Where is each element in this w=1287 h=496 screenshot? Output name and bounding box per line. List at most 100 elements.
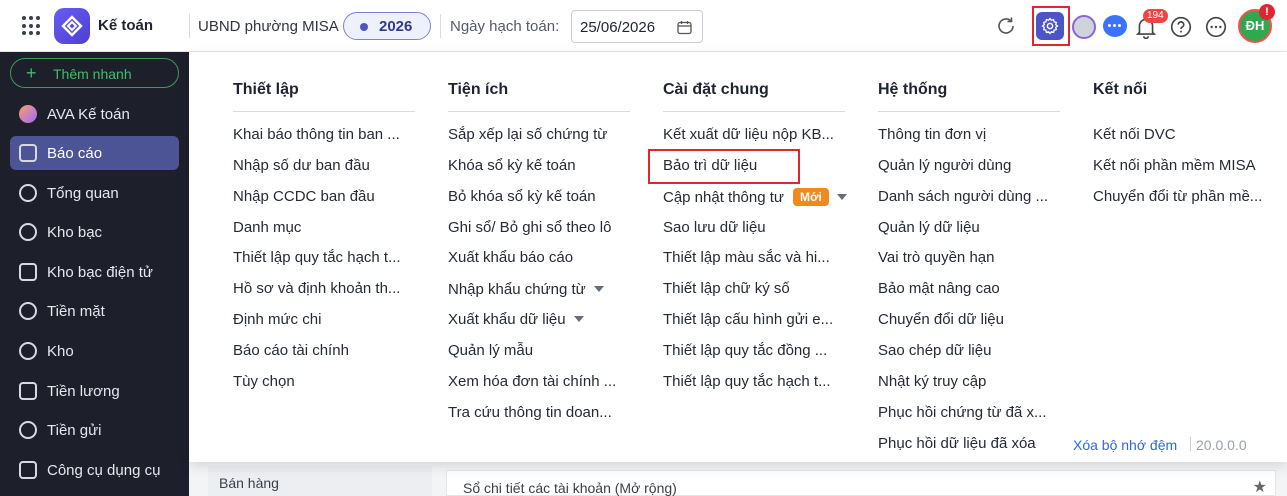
- more-icon[interactable]: [1204, 15, 1228, 39]
- menu-item[interactable]: Sắp xếp lại số chứng từ: [448, 126, 607, 143]
- divider: [878, 111, 1060, 112]
- menu-item[interactable]: Bỏ khóa sổ kỳ kế toán: [448, 188, 596, 205]
- menu-item[interactable]: Khóa sổ kỳ kế toán: [448, 157, 576, 174]
- org-name[interactable]: UBND phường MISA: [198, 18, 339, 35]
- menu-item[interactable]: Nhập CCDC ban đầu: [233, 188, 375, 205]
- menu-item-export-data[interactable]: Xuất khẩu dữ liệu: [448, 311, 584, 328]
- chat-icon[interactable]: [1103, 15, 1127, 37]
- app-launcher-icon[interactable]: [22, 16, 42, 36]
- menu-item[interactable]: Thiết lập quy tắc hạch t...: [663, 373, 831, 390]
- sidebar-item-tools[interactable]: Công cụ dụng cụ: [10, 453, 179, 487]
- year-selector[interactable]: 2026: [343, 12, 431, 40]
- sidebar-item-label: Kho bạc điện tử: [47, 264, 153, 281]
- menu-item[interactable]: Sao lưu dữ liệu: [663, 219, 766, 236]
- menu-item[interactable]: Quản lý người dùng: [878, 157, 1011, 174]
- menu-column-title: Cài đặt chung: [663, 81, 769, 98]
- chevron-down-icon: [593, 286, 604, 292]
- sidebar-item-e-treasury[interactable]: Kho bạc điện tử: [10, 255, 179, 289]
- menu-item[interactable]: Chuyển đổi dữ liệu: [878, 311, 1004, 328]
- menu-item-label: Nhập khẩu chứng từ: [448, 281, 586, 298]
- star-icon[interactable]: ★: [1253, 477, 1267, 496]
- year-value: 2026: [379, 18, 413, 35]
- menu-item[interactable]: Ghi sổ/ Bỏ ghi sổ theo lô: [448, 219, 611, 236]
- menu-item[interactable]: Danh sách người dùng ...: [878, 188, 1048, 205]
- report-card-title: Sổ chi tiết các tài khoản (Mở rộng): [463, 480, 677, 496]
- menu-item[interactable]: Hồ sơ và định khoản th...: [233, 280, 400, 297]
- quick-add-label: Thêm nhanh: [53, 66, 132, 82]
- menu-column-title: Kết nối: [1093, 81, 1148, 98]
- sidebar-item-label: Tiền gửi: [47, 422, 102, 439]
- menu-item[interactable]: Tra cứu thông tin doan...: [448, 404, 612, 421]
- menu-item[interactable]: Định mức chi: [233, 311, 321, 328]
- menu-item[interactable]: Thiết lập cấu hình gửi e...: [663, 311, 833, 328]
- sidebar-item-deposit[interactable]: Tiền gửi: [10, 413, 179, 447]
- salary-icon: [19, 382, 37, 400]
- calendar-icon[interactable]: [677, 20, 692, 35]
- menu-column-title: Thiết lập: [233, 81, 299, 98]
- sidebar-item-treasury[interactable]: Kho bạc: [10, 215, 179, 249]
- divider: [1190, 437, 1191, 451]
- menu-item[interactable]: Vai trò quyền hạn: [878, 249, 994, 266]
- menu-item[interactable]: Sao chép dữ liệu: [878, 342, 991, 359]
- menu-item[interactable]: Xuất khẩu báo cáo: [448, 249, 573, 266]
- menu-item[interactable]: Danh mục: [233, 219, 301, 236]
- menu-item[interactable]: Phục hồi dữ liệu đã xóa: [878, 435, 1036, 452]
- quick-add-button[interactable]: + Thêm nhanh: [10, 58, 179, 88]
- menu-item[interactable]: Thiết lập quy tắc hạch t...: [233, 249, 401, 266]
- menu-item[interactable]: Quản lý mẫu: [448, 342, 533, 359]
- sidebar-item-label: Tiền mặt: [47, 303, 105, 320]
- posting-date-label: Ngày hạch toán:: [450, 18, 560, 35]
- menu-item-label: Cập nhật thông tư: [663, 189, 784, 206]
- menu-item[interactable]: Chuyển đổi từ phần mề...: [1093, 188, 1262, 205]
- refresh-icon[interactable]: [994, 14, 1018, 38]
- misa-logo-icon[interactable]: [54, 8, 90, 44]
- menu-item[interactable]: Kết nối DVC: [1093, 126, 1176, 143]
- avatar-alert-badge: !: [1259, 4, 1275, 20]
- menu-item[interactable]: Kết nối phần mềm MISA: [1093, 157, 1256, 174]
- sidebar-item-salary[interactable]: Tiền lương: [10, 374, 179, 408]
- treasury-icon: [19, 223, 37, 241]
- sidebar: + Thêm nhanh AVA Kế toán Báo cáo Tổng qu…: [0, 52, 189, 496]
- sidebar-item-overview[interactable]: Tổng quan: [10, 176, 179, 210]
- menu-item[interactable]: Thiết lập màu sắc và hi...: [663, 249, 830, 266]
- menu-item-import-vouchers[interactable]: Nhập khẩu chứng từ: [448, 281, 604, 298]
- e-treasury-icon: [19, 263, 37, 281]
- menu-item[interactable]: Kết xuất dữ liệu nộp KB...: [663, 126, 834, 143]
- sidebar-item-label: Kho bạc: [47, 224, 103, 241]
- menu-item[interactable]: Thông tin đơn vị: [878, 126, 986, 143]
- menu-item[interactable]: Xem hóa đơn tài chính ...: [448, 373, 616, 390]
- clear-cache-link[interactable]: Xóa bộ nhớ đệm: [1073, 437, 1177, 453]
- ai-assistant-icon[interactable]: [1072, 15, 1096, 39]
- sidebar-item-ava[interactable]: AVA Kế toán: [10, 97, 179, 131]
- menu-item[interactable]: Phục hồi chứng từ đã x...: [878, 404, 1047, 421]
- menu-item[interactable]: Nhật ký truy cập: [878, 373, 986, 390]
- new-badge: Mới: [792, 188, 829, 206]
- sidebar-item-label: Kho: [47, 343, 74, 360]
- chevron-down-icon: [836, 194, 847, 200]
- menu-item[interactable]: Thiết lập chữ ký số: [663, 280, 790, 297]
- chevron-down-icon: [573, 316, 584, 322]
- help-icon[interactable]: [1169, 15, 1193, 39]
- menu-item[interactable]: Báo cáo tài chính: [233, 342, 349, 359]
- notification-count-badge: 194: [1143, 9, 1168, 23]
- sidebar-item-reports[interactable]: Báo cáo: [10, 136, 179, 170]
- menu-item[interactable]: Thiết lập quy tắc đồng ...: [663, 342, 827, 359]
- menu-item-update-circular[interactable]: Cập nhật thông tư Mới: [663, 188, 847, 206]
- settings-button[interactable]: [1036, 12, 1064, 40]
- posting-date-input[interactable]: 25/06/2026: [571, 10, 703, 43]
- report-group-label: Bán hàng: [219, 475, 279, 491]
- sidebar-item-label: AVA Kế toán: [47, 106, 130, 123]
- report-card[interactable]: Sổ chi tiết các tài khoản (Mở rộng) ★: [446, 470, 1276, 496]
- report-icon: [19, 144, 37, 162]
- divider: [233, 111, 415, 112]
- menu-item[interactable]: Khai báo thông tin ban ...: [233, 126, 400, 143]
- sidebar-item-warehouse[interactable]: Kho: [10, 334, 179, 368]
- menu-item[interactable]: Quản lý dữ liệu: [878, 219, 980, 236]
- menu-item[interactable]: Tùy chọn: [233, 373, 295, 390]
- divider: [440, 14, 441, 38]
- report-group-item[interactable]: Bán hàng: [208, 466, 432, 496]
- data-maintenance-highlight: [648, 149, 800, 184]
- menu-item[interactable]: Bảo mật nâng cao: [878, 280, 1000, 297]
- sidebar-item-cash[interactable]: Tiền mặt: [10, 294, 179, 328]
- menu-item[interactable]: Nhập số dư ban đầu: [233, 157, 370, 174]
